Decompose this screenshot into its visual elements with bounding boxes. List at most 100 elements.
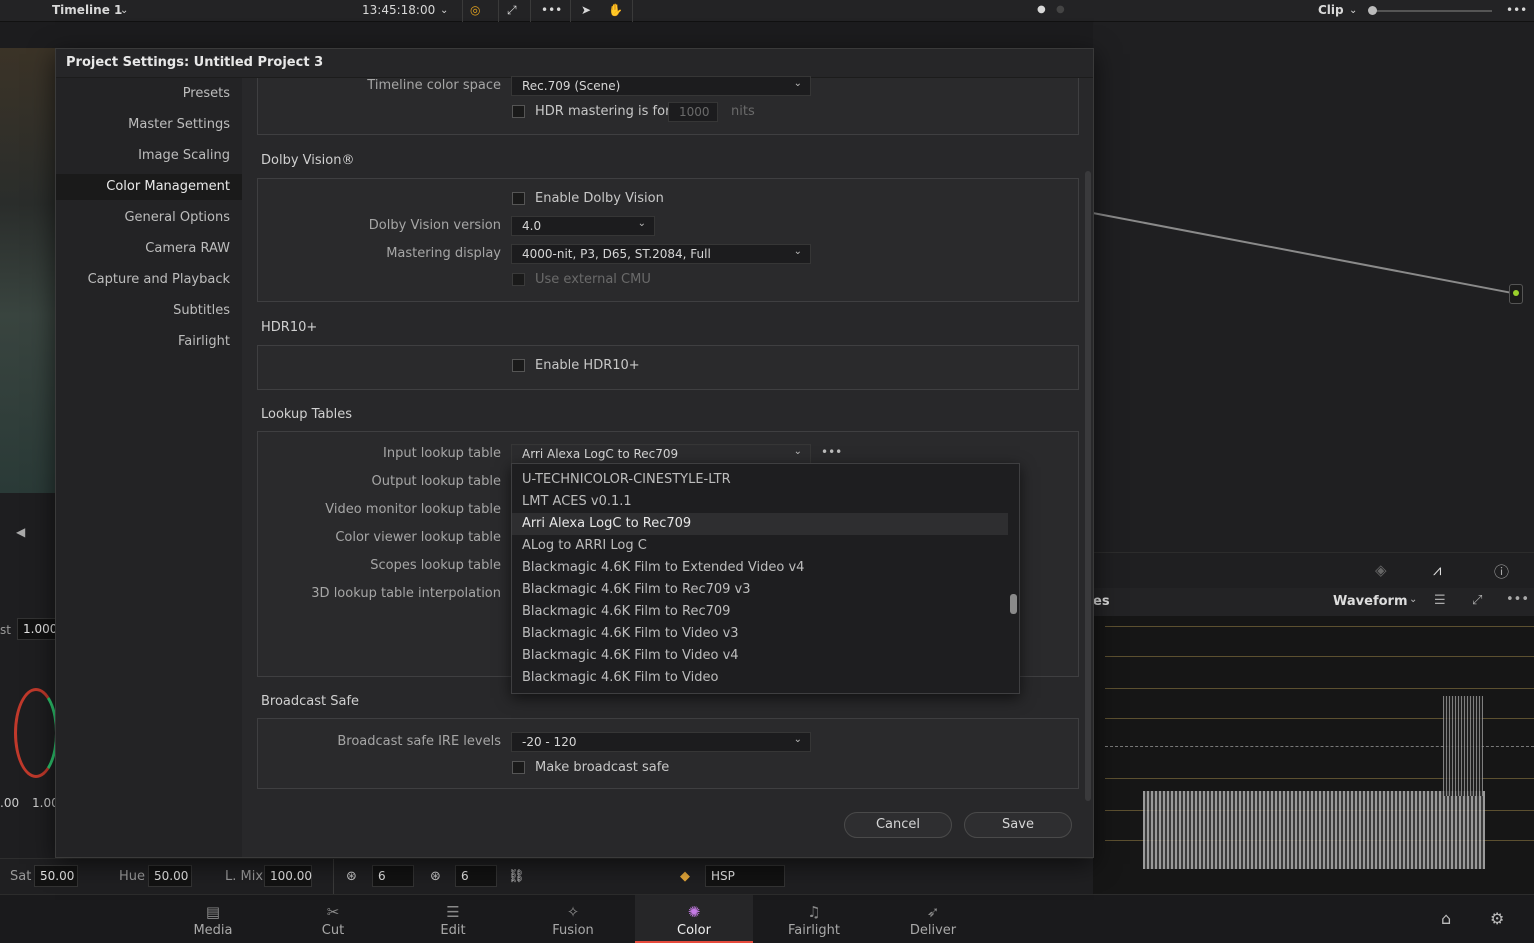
page-tab-edit[interactable]: ☰ Edit [394,895,512,943]
color-wheel[interactable] [14,688,58,778]
lmix-field[interactable]: 100.00 [264,865,312,887]
mode-select[interactable]: HSP [705,865,785,887]
output-lut-label: Output lookup table [371,474,502,489]
timecode: 13:45:18:00 [362,3,436,17]
list-scrollbar-thumb[interactable] [1010,594,1017,614]
dialog-scrollbar[interactable] [1085,171,1091,801]
aperture-icon[interactable]: ⊛ [346,869,357,884]
chevron-down-icon[interactable]: ⌄ [440,5,448,16]
timeline-color-space-select[interactable]: Rec.709 (Scene) ⌄ [511,76,811,96]
hue-label: Hue [119,869,146,884]
settings-sliders-icon[interactable]: ☰ [1434,593,1446,608]
cancel-button[interactable]: Cancel [844,812,952,838]
chevron-down-icon: ⌄ [793,734,802,745]
zoom-slider[interactable] [1372,10,1492,12]
hdr-nits-field[interactable]: 1000 [668,102,718,122]
lookup-tables-title: Lookup Tables [261,407,353,422]
chevron-down-icon: ⌄ [793,446,802,457]
page-tab-cut[interactable]: ✂ Cut [274,895,392,943]
input-lut-select[interactable]: Arri Alexa LogC to Rec709 ⌄ [511,444,811,464]
enable-hdr10-checkbox[interactable] [512,359,525,372]
divider [333,859,334,895]
sidebar-item-capture-playback[interactable]: Capture and Playback [44,267,230,293]
make-broadcast-safe-checkbox[interactable] [512,761,525,774]
enable-dolby-checkbox[interactable] [512,192,525,205]
color-controls-bar: Sat 50.00 Hue 50.00 L. Mix 100.00 ⊛ 6 ⊛ … [0,858,1093,895]
dolby-vision-title: Dolby Vision® [261,153,355,168]
color-wheel-icon[interactable]: ◎ [470,3,480,17]
count-select[interactable]: 6 [455,865,497,887]
page-dot-icon[interactable]: ● [1056,4,1065,15]
input-lut-label: Input lookup table [383,446,501,461]
sidebar-item-subtitles[interactable]: Subtitles [44,298,230,324]
input-lut-dropdown-list[interactable]: U-TECHNICOLOR-CINESTYLE-LTR LMT ACES v0.… [511,463,1020,694]
link-icon[interactable]: ⛓ [508,869,525,884]
value-field[interactable]: 1.000 [17,618,57,640]
gear-icon[interactable]: ⚙ [1490,909,1504,928]
divider [498,0,499,22]
home-icon[interactable]: ⌂ [1441,909,1451,928]
enable-dolby-label: Enable Dolby Vision [535,191,664,206]
lut-option[interactable]: ALog to ARRI Log C [512,535,1008,557]
node-editor[interactable] [1093,22,1534,552]
external-cmu-checkbox[interactable] [512,273,525,286]
lut-option[interactable]: Blackmagic 4.6K Film to Video v4 [512,645,1008,667]
lut-option[interactable]: Blackmagic 4.6K Film to Video [512,667,1008,689]
sat-field[interactable]: 50.00 [34,865,78,887]
save-button[interactable]: Save [964,812,1072,838]
more-options-icon[interactable]: ••• [1506,3,1527,17]
aperture-icon[interactable]: ⊛ [430,869,441,884]
value-field[interactable]: .00 [0,796,19,810]
sidebar-item-color-management[interactable]: Color Management [56,174,242,200]
page-tab-color[interactable]: ✺ Color [635,895,753,943]
ire-levels-label: Broadcast safe IRE levels [337,734,501,749]
color-cube-icon[interactable]: ◆ [680,869,690,884]
expand-icon[interactable]: ⤢ [1472,593,1482,608]
page-tab-deliver[interactable]: ➶ Deliver [874,895,992,943]
timeline-name[interactable]: Timeline 1 [52,3,122,17]
node-output[interactable] [1509,284,1523,304]
page-dot-icon[interactable]: ● [1037,4,1046,15]
lut-option[interactable]: Blackmagic 4.6K Film to Extended Video v… [512,557,1008,579]
lut-option[interactable]: U-TECHNICOLOR-CINESTYLE-LTR [512,469,1008,491]
scopes-icon[interactable]: ⩘ [1433,561,1441,579]
pointer-icon[interactable]: ➤ [581,3,591,17]
lut-option[interactable]: Blackmagic 4.6K Film to Rec709 v3 [512,579,1008,601]
divider [462,0,463,22]
hue-field[interactable]: 50.00 [148,865,192,887]
page-tab-media[interactable]: ▤ Media [154,895,272,943]
dolby-version-select[interactable]: 4.0 ⌄ [511,216,655,236]
keyframe-icon[interactable]: ◈ [1375,561,1387,579]
sidebar-item-master-settings[interactable]: Master Settings [44,112,230,138]
lut-option[interactable]: LMT ACES v0.1.1 [512,491,1008,513]
broadcast-safe-section: Broadcast safe IRE levels -20 - 120 ⌄ Mak… [257,718,1079,789]
chevron-down-icon[interactable]: ⌄ [1409,594,1417,605]
scope-mode-select[interactable]: Waveform [1333,594,1407,609]
more-options-icon[interactable]: ••• [821,445,842,459]
previous-icon[interactable]: ◀ [16,525,25,539]
hdr10-section: Enable HDR10+ [257,345,1079,390]
clip-mode[interactable]: Clip [1318,3,1344,17]
hdr-mastering-checkbox[interactable] [512,105,525,118]
page-tab-fairlight[interactable]: ♫ Fairlight [755,895,873,943]
lut-option[interactable]: Blackmagic 4.6K Film to Video v3 [512,623,1008,645]
more-options-icon[interactable]: ••• [1506,592,1529,607]
hand-icon[interactable]: ✋ [608,3,623,17]
lut-option-selected[interactable]: Arri Alexa LogC to Rec709 [512,513,1008,535]
chevron-down-icon[interactable]: ⌄ [120,5,128,16]
zoom-slider-handle[interactable] [1368,6,1377,15]
info-icon[interactable]: ⓘ [1494,561,1509,582]
sidebar-item-fairlight[interactable]: Fairlight [44,329,230,355]
page-tab-fusion[interactable]: ✧ Fusion [514,895,632,943]
color-icon: ✺ [687,903,701,921]
more-options-icon[interactable]: ••• [541,3,562,17]
ire-levels-select[interactable]: -20 - 120 ⌄ [511,732,811,752]
chevron-down-icon[interactable]: ⌄ [1349,5,1357,16]
mastering-display-select[interactable]: 4000-nit, P3, D65, ST.2084, Full ⌄ [511,244,811,264]
expand-icon[interactable]: ⤢ [507,3,517,18]
rocket-icon: ➶ [926,903,940,921]
count-select[interactable]: 6 [372,865,414,887]
sidebar-item-image-scaling[interactable]: Image Scaling [44,143,230,169]
video-monitor-lut-label: Video monitor lookup table [325,502,501,517]
lut-option[interactable]: Blackmagic 4.6K Film to Rec709 [512,601,1008,623]
